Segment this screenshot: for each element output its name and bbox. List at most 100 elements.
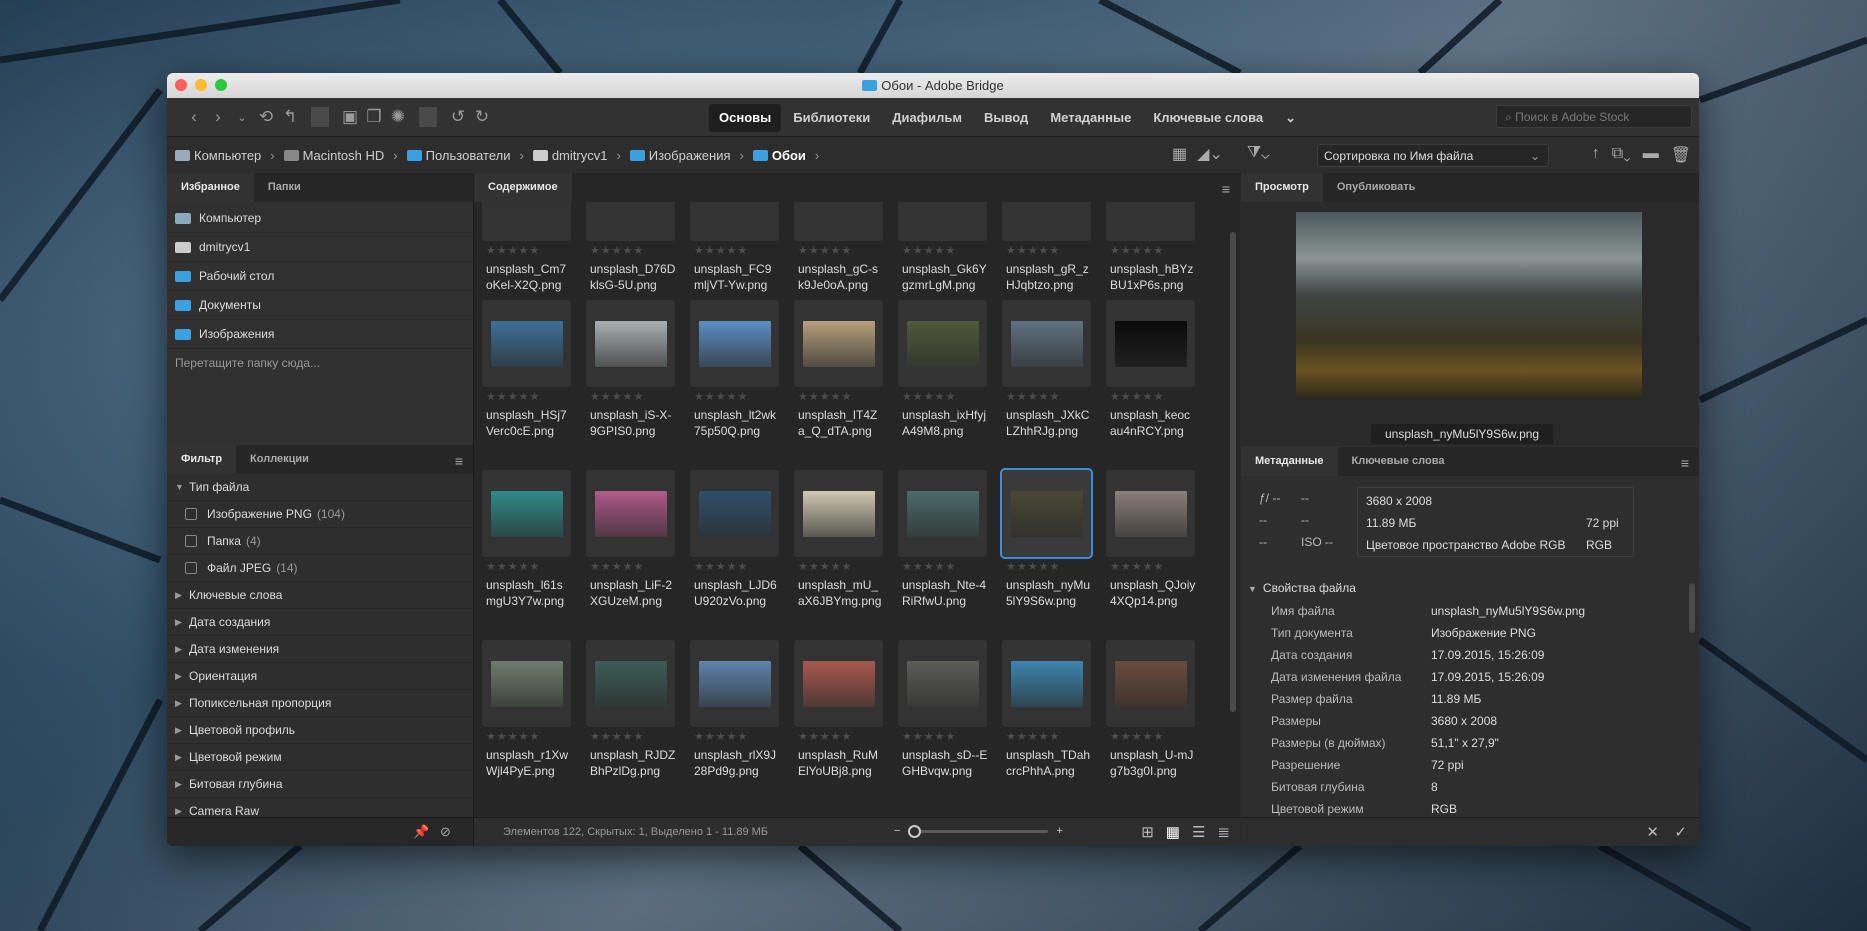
thumbnail-frame[interactable]	[586, 300, 675, 387]
favorite-item[interactable]: Компьютер	[167, 204, 473, 233]
panel-menu-icon[interactable]: ≡	[1222, 181, 1230, 197]
tab-filter[interactable]: Фильтр	[167, 445, 237, 474]
rating-stars[interactable]: ★★★★★	[590, 390, 674, 403]
rating-stars[interactable]: ★★★★★	[1110, 730, 1194, 743]
tab-collections[interactable]: Коллекции	[236, 445, 323, 474]
thumbnail-frame[interactable]	[794, 470, 883, 557]
cancel-icon[interactable]: ✕	[1646, 823, 1659, 841]
filter-group[interactable]: ▶ Попиксельная пропорция	[167, 690, 473, 717]
rotate-right-icon[interactable]: ↻	[473, 107, 491, 127]
thumbnail-item[interactable]: ★★★★★ unsplash_IT4Za_Q_dTA.png	[786, 300, 883, 439]
checkbox[interactable]	[185, 508, 197, 520]
rating-stars[interactable]: ★★★★★	[486, 390, 570, 403]
thumbnail-quality-icon[interactable]: ◢⌄	[1197, 144, 1223, 164]
workspace-tab[interactable]: Основы	[709, 104, 782, 132]
rating-stars[interactable]: ★★★★★	[694, 730, 778, 743]
panel-menu-icon[interactable]: ≡	[455, 453, 463, 469]
zoom-out-icon[interactable]: −	[894, 825, 900, 837]
zoom-slider[interactable]	[908, 824, 1049, 838]
favorite-item[interactable]: dmitrycv1	[167, 233, 473, 262]
thumbnail-frame[interactable]	[482, 640, 571, 727]
thumbnail-item[interactable]: ★★★★★ unsplash_JXkCLZhhRJg.png	[994, 300, 1091, 439]
thumbnail-item[interactable]: ★★★★★ unsplash_QJoiy4XQp14.png	[1098, 470, 1195, 609]
thumbnail-item[interactable]: ★★★★★ unsplash_U-mJg7b3g0I.png	[1098, 640, 1195, 779]
rating-stars[interactable]: ★★★★★	[902, 390, 986, 403]
filter-group[interactable]: ▶ Битовая глубина	[167, 771, 473, 798]
thumbnail-item[interactable]: ★★★★★ unsplash_l61smgU3Y7w.png	[474, 470, 571, 609]
tab-keywords[interactable]: Ключевые слова	[1338, 447, 1459, 476]
rating-stars[interactable]: ★★★★★	[1006, 730, 1090, 743]
refine-icon[interactable]: ✺	[389, 107, 407, 127]
new-folder-icon[interactable]: ▬	[1643, 145, 1659, 165]
thumbnail-frame[interactable]	[690, 300, 779, 387]
chevron-down-icon[interactable]: ⌄	[233, 111, 251, 124]
thumbnail-item[interactable]: ★★★★★ unsplash_Nte-4RiRfwU.png	[890, 470, 987, 609]
thumbnail-item[interactable]: ★★★★★ unsplash_RJDZBhPzlDg.png	[578, 640, 675, 779]
workspace-more-icon[interactable]: ⌄	[1275, 104, 1306, 132]
breadcrumb-computer[interactable]: Компьютер	[175, 148, 261, 163]
rating-stars[interactable]: ★★★★★	[1006, 244, 1090, 257]
workspace-tab[interactable]: Вывод	[974, 104, 1038, 132]
thumbnail-frame[interactable]	[690, 640, 779, 727]
open-recent-icon[interactable]: ⧉⌄	[1612, 145, 1631, 165]
breadcrumb-user[interactable]: dmitrycv1	[532, 148, 607, 163]
workspace-tab[interactable]: Метаданные	[1040, 104, 1141, 132]
filter-option[interactable]: Файл JPEG (14)	[167, 555, 473, 582]
apply-icon[interactable]: ✓	[1674, 823, 1687, 841]
thumbnail-frame[interactable]	[1000, 468, 1093, 559]
thumbnail-item[interactable]: ★★★★★ unsplash_HSj7Verc0cE.png	[474, 300, 571, 439]
recent-icon[interactable]: ⟲	[257, 107, 275, 127]
reveal-icon[interactable]: ↰	[281, 107, 299, 127]
rating-stars[interactable]: ★★★★★	[902, 560, 986, 573]
thumbnail-frame[interactable]	[586, 640, 675, 727]
thumbnail-frame[interactable]	[1002, 640, 1091, 727]
rating-stars[interactable]: ★★★★★	[798, 244, 882, 257]
thumbnail-item[interactable]: ★★★★★ unsplash_mU_aX6JBYmg.png	[786, 470, 883, 609]
thumbnail-frame[interactable]	[482, 202, 571, 241]
breadcrumb-current[interactable]: Обои	[752, 148, 806, 163]
thumbnail-frame[interactable]	[1106, 640, 1195, 727]
rating-stars[interactable]: ★★★★★	[694, 560, 778, 573]
preview-image[interactable]	[1296, 212, 1642, 398]
thumbnail-item[interactable]: ★★★★★ unsplash_TDahcrcPhhA.png	[994, 640, 1091, 779]
thumbnail-frame[interactable]	[1002, 202, 1091, 241]
grid-lock-icon[interactable]: ⊞	[1141, 823, 1154, 841]
filter-option[interactable]: Изображение PNG (104)	[167, 501, 473, 528]
panel-menu-icon[interactable]: ≡	[1681, 455, 1689, 471]
thumbnail-frame[interactable]	[794, 300, 883, 387]
tab-folders[interactable]: Папки	[254, 173, 315, 202]
breadcrumb-disk[interactable]: Macintosh HD	[283, 148, 384, 163]
rating-stars[interactable]: ★★★★★	[590, 244, 674, 257]
rating-stars[interactable]: ★★★★★	[1006, 390, 1090, 403]
metadata-scrollbar[interactable]	[1689, 583, 1695, 633]
thumbnail-frame[interactable]	[690, 470, 779, 557]
filter-group-file-type[interactable]: ▼ Тип файла	[167, 474, 473, 501]
thumbnail-frame[interactable]	[898, 470, 987, 557]
workspace-tab[interactable]: Ключевые слова	[1143, 104, 1273, 132]
rating-stars[interactable]: ★★★★★	[1006, 560, 1090, 573]
breadcrumb-users[interactable]: Пользователи	[406, 148, 510, 163]
thumbnail-item[interactable]: ★★★★★ unsplash_hBYzBU1xP6s.png	[1098, 202, 1195, 293]
workspace-tab[interactable]: Библиотеки	[783, 104, 880, 132]
filter-group[interactable]: ▶ Цветовой профиль	[167, 717, 473, 744]
thumbnail-item[interactable]: ★★★★★ unsplash_r1XwWjl4PyE.png	[474, 640, 571, 779]
favorite-item[interactable]: Рабочий стол	[167, 262, 473, 291]
clear-filter-icon[interactable]: ⊘	[440, 824, 451, 840]
stock-search-input[interactable]: ⌕ Поиск в Adobe Stock	[1496, 105, 1692, 128]
thumbnail-frame[interactable]	[482, 470, 571, 557]
thumbnail-frame[interactable]	[1106, 470, 1195, 557]
rating-stars[interactable]: ★★★★★	[798, 390, 882, 403]
maximize-window-button[interactable]	[215, 79, 227, 91]
thumbnail-frame[interactable]	[794, 202, 883, 241]
thumbnail-item[interactable]: ★★★★★ unsplash_keocau4nRCY.png	[1098, 300, 1195, 439]
rating-stars[interactable]: ★★★★★	[902, 244, 986, 257]
breadcrumb-images[interactable]: Изображения	[629, 148, 731, 163]
rotate-left-icon[interactable]: ↺	[449, 107, 467, 127]
copy-icon[interactable]: ❐	[365, 107, 383, 127]
tab-favorites[interactable]: Избранное	[167, 173, 254, 202]
file-properties-header[interactable]: ▼ Свойства файла	[1248, 581, 1356, 595]
details-view-icon[interactable]: ☰	[1192, 823, 1205, 841]
thumbnail-frame[interactable]	[898, 640, 987, 727]
sort-direction-icon[interactable]: ↑	[1592, 145, 1600, 165]
list-view-icon[interactable]: ≣	[1217, 823, 1230, 841]
